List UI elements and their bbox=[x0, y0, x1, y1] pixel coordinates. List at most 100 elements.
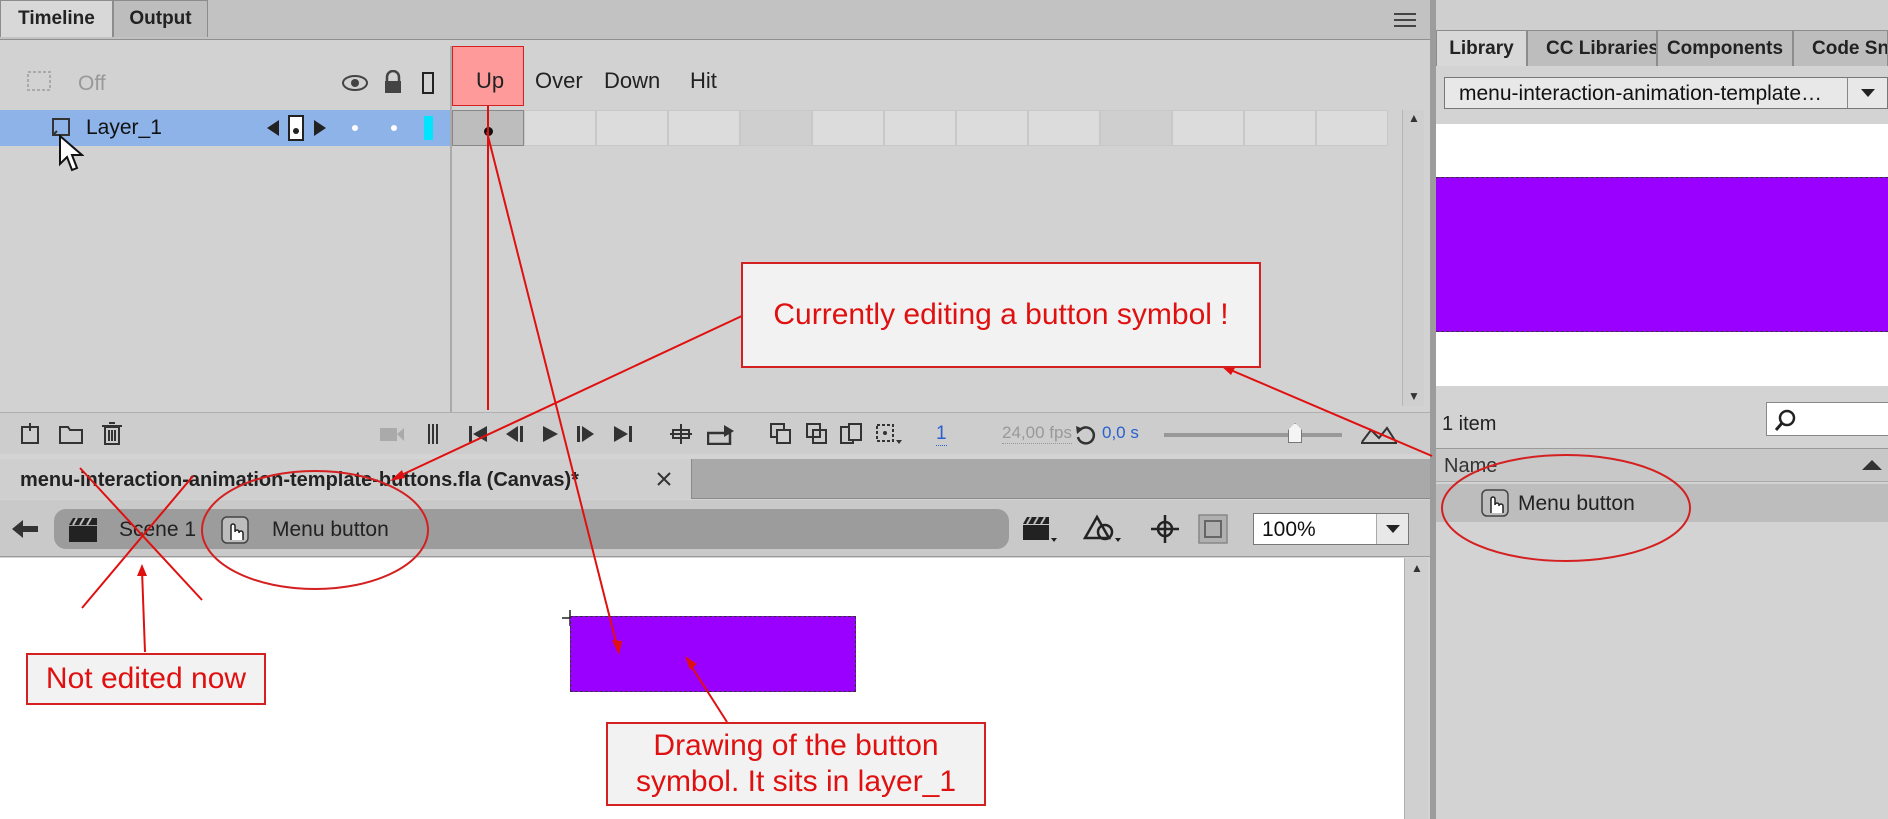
panel-menu-icon[interactable] bbox=[1392, 8, 1418, 32]
delete-layer-icon[interactable] bbox=[99, 419, 125, 447]
first-frame-icon[interactable] bbox=[466, 422, 490, 446]
center-frame-icon[interactable] bbox=[668, 421, 694, 447]
scroll-up-icon[interactable]: ▲ bbox=[1406, 110, 1422, 126]
close-tab-icon[interactable] bbox=[652, 467, 676, 491]
clapperboard-icon[interactable] bbox=[66, 515, 100, 545]
frame-cell[interactable] bbox=[1244, 110, 1316, 146]
breadcrumb-symbol[interactable]: Menu button bbox=[272, 518, 389, 542]
library-document-name: menu-interaction-animation-template… bbox=[1459, 82, 1822, 105]
frame-label-up[interactable]: Up bbox=[476, 68, 504, 94]
annotation-drawing-note-line1: Drawing of the button bbox=[653, 729, 939, 762]
library-list-item[interactable]: Menu button bbox=[1436, 484, 1888, 522]
tab-cc-libraries[interactable]: CC Libraries bbox=[1527, 30, 1657, 66]
onion-skin-icon[interactable] bbox=[768, 421, 794, 447]
zoom-select[interactable]: 100% bbox=[1253, 513, 1409, 545]
frame-label-over[interactable]: Over bbox=[535, 68, 583, 94]
document-tab-title: menu-interaction-animation-template-butt… bbox=[20, 469, 579, 491]
tab-timeline[interactable]: Timeline bbox=[0, 0, 113, 37]
button-symbol-drawing[interactable] bbox=[570, 616, 856, 692]
library-tabbar: Library CC Libraries Components Code Sni… bbox=[1436, 30, 1888, 66]
prev-frame-icon[interactable] bbox=[502, 422, 526, 446]
frame-zoom-thumb[interactable] bbox=[1288, 423, 1302, 443]
onion-outline-icon[interactable] bbox=[804, 421, 830, 447]
eye-icon[interactable] bbox=[340, 70, 370, 96]
visibility-dot[interactable] bbox=[352, 125, 358, 131]
layer-depth-icon[interactable] bbox=[424, 421, 442, 447]
add-keyframe-icon[interactable] bbox=[287, 114, 305, 142]
fps-value[interactable]: 24,00 fps bbox=[1002, 423, 1072, 444]
modify-markers-icon[interactable] bbox=[874, 421, 904, 447]
tab-components[interactable]: Components bbox=[1657, 30, 1793, 66]
tab-output[interactable]: Output bbox=[113, 0, 208, 37]
play-icon[interactable] bbox=[538, 422, 562, 446]
column-name-label: Name bbox=[1444, 455, 1498, 477]
edit-multiple-frames-icon[interactable] bbox=[838, 421, 864, 447]
library-search-input[interactable] bbox=[1766, 402, 1888, 436]
camera-icon[interactable] bbox=[24, 66, 58, 96]
library-panel: Library CC Libraries Components Code Sni… bbox=[1436, 0, 1888, 819]
frame-label-down[interactable]: Down bbox=[604, 68, 660, 94]
frame-zoom-track[interactable] bbox=[1164, 433, 1342, 437]
outline-icon[interactable] bbox=[419, 70, 437, 96]
zoom-dropdown-button[interactable] bbox=[1376, 514, 1408, 544]
tab-library[interactable]: Library bbox=[1436, 30, 1527, 66]
annotation-drawing-note: Drawing of the button symbol. It sits in… bbox=[606, 722, 986, 806]
breadcrumb-scene[interactable]: Scene 1 bbox=[119, 518, 196, 542]
current-frame-value[interactable]: 1 bbox=[936, 423, 947, 446]
clip-content-icon[interactable] bbox=[1196, 512, 1230, 546]
timeline-vscroll[interactable]: ▲ ▼ bbox=[1402, 110, 1424, 406]
layer-name[interactable]: Layer_1 bbox=[86, 116, 162, 140]
fit-frames-icon[interactable] bbox=[1360, 421, 1398, 447]
frame-cell[interactable] bbox=[956, 110, 1028, 146]
frame-cell[interactable] bbox=[1316, 110, 1388, 146]
breadcrumb: Scene 1 Menu button bbox=[54, 509, 1009, 549]
new-folder-icon[interactable] bbox=[57, 421, 85, 447]
frame-cell[interactable] bbox=[1028, 110, 1100, 146]
document-tab[interactable]: menu-interaction-animation-template-butt… bbox=[0, 459, 692, 499]
library-preview bbox=[1436, 124, 1888, 386]
elapsed-time-value[interactable]: 0,0 s bbox=[1102, 423, 1139, 443]
mouse-cursor-icon bbox=[58, 133, 86, 176]
annotation-editing-note: Currently editing a button symbol ! bbox=[741, 262, 1261, 368]
center-stage-icon[interactable] bbox=[1148, 512, 1182, 546]
annotation-not-edited-note: Not edited now bbox=[26, 653, 266, 705]
layers-frames-divider bbox=[450, 46, 452, 454]
lock-icon[interactable] bbox=[380, 68, 406, 96]
sort-up-icon[interactable] bbox=[1860, 455, 1884, 475]
chevron-down-icon bbox=[1858, 85, 1878, 101]
chevron-down-icon bbox=[1383, 520, 1403, 538]
button-symbol-icon bbox=[220, 515, 250, 545]
frame-cell[interactable] bbox=[1172, 110, 1244, 146]
library-column-header[interactable]: Name bbox=[1436, 448, 1888, 482]
library-document-select[interactable]: menu-interaction-animation-template… bbox=[1444, 77, 1888, 109]
stage-scroll-up-icon[interactable]: ▲ bbox=[1409, 560, 1425, 576]
timeline-toolbar: 1 24,00 fps 0,0 s bbox=[0, 412, 1430, 454]
frame-label-hit[interactable]: Hit bbox=[690, 68, 717, 94]
frame-cell[interactable] bbox=[740, 110, 812, 146]
frame-cell[interactable] bbox=[668, 110, 740, 146]
stage-vscroll[interactable]: ▲ bbox=[1404, 558, 1428, 819]
loop-icon[interactable] bbox=[706, 421, 736, 447]
next-frame-icon[interactable] bbox=[574, 422, 598, 446]
library-select-dropdown[interactable] bbox=[1847, 78, 1887, 108]
frame-cell[interactable] bbox=[884, 110, 956, 146]
elapsed-time-icon bbox=[1072, 421, 1100, 449]
new-layer-icon[interactable] bbox=[18, 421, 44, 447]
edit-scene-icon[interactable] bbox=[1020, 512, 1060, 546]
button-symbol-icon bbox=[1480, 488, 1510, 518]
library-top-strip bbox=[1436, 0, 1888, 30]
layer-color-swatch[interactable] bbox=[424, 116, 433, 140]
frame-cell[interactable] bbox=[1100, 110, 1172, 146]
frame-cell[interactable] bbox=[596, 110, 668, 146]
prev-keyframe-icon[interactable] bbox=[265, 118, 281, 138]
edit-symbols-icon[interactable] bbox=[1082, 512, 1126, 546]
frame-cell[interactable] bbox=[524, 110, 596, 146]
frame-cell[interactable] bbox=[812, 110, 884, 146]
next-keyframe-icon[interactable] bbox=[312, 118, 328, 138]
camera-toggle-icon[interactable] bbox=[378, 423, 406, 445]
lock-dot[interactable] bbox=[391, 125, 397, 131]
back-arrow-icon[interactable] bbox=[10, 516, 40, 542]
tab-code-snippets[interactable]: Code Snip bbox=[1793, 30, 1888, 66]
last-frame-icon[interactable] bbox=[611, 422, 635, 446]
scroll-down-icon[interactable]: ▼ bbox=[1406, 388, 1422, 404]
